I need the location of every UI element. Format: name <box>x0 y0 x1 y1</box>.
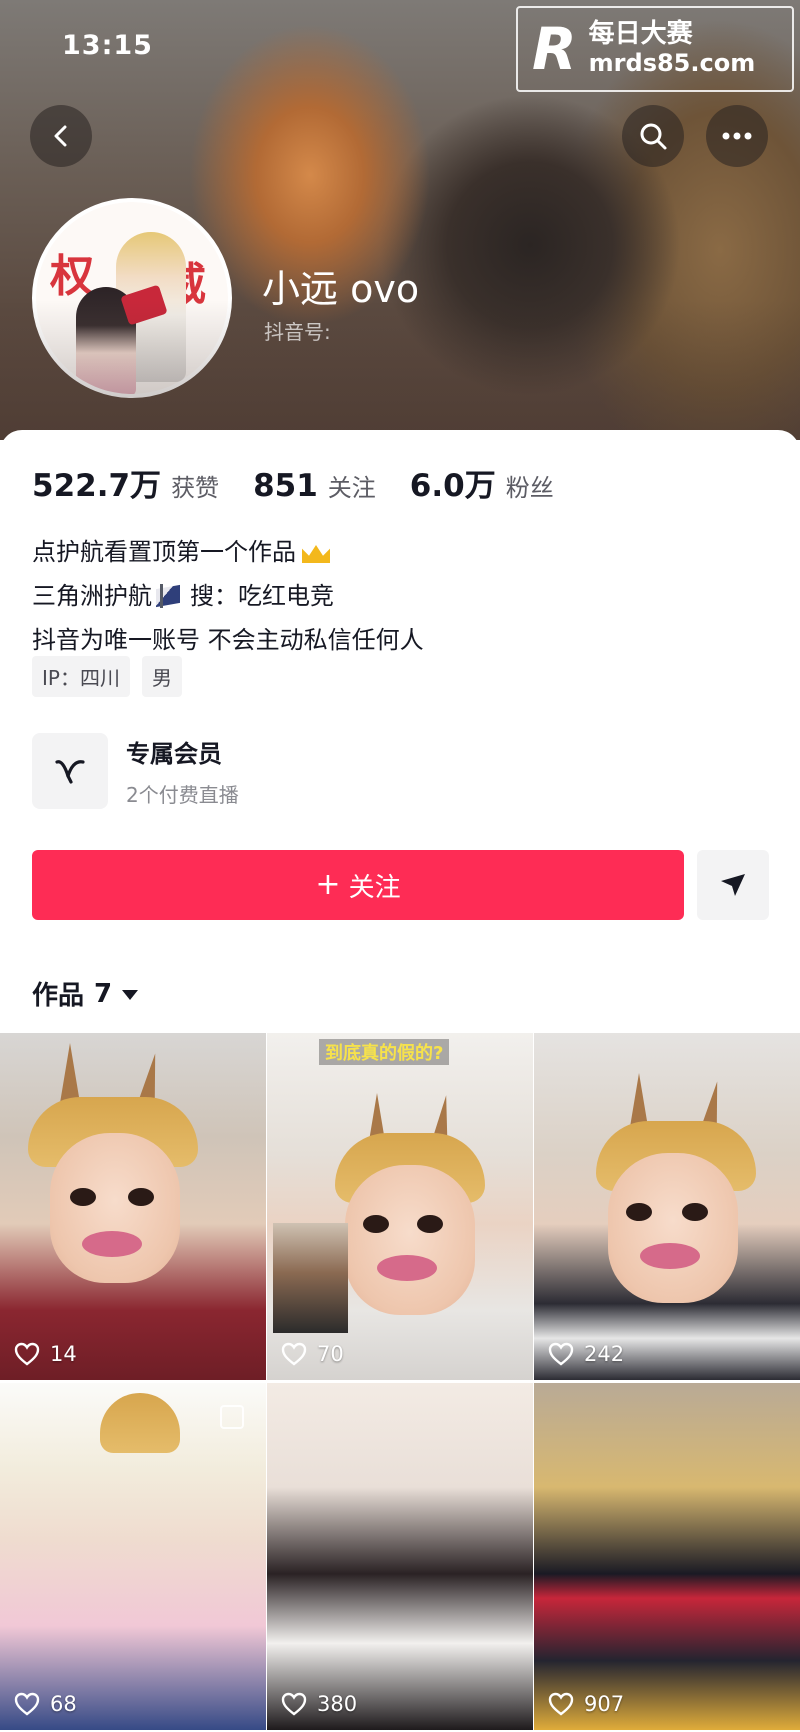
video-grid: 14 到底真的假的? 70 242 68 380 907 <box>0 1033 800 1732</box>
video-tile[interactable]: 68 <box>0 1383 266 1730</box>
stat-label: 获赞 <box>171 474 220 502</box>
like-count-value: 70 <box>317 1342 344 1366</box>
gender-tag: 男 <box>141 656 182 697</box>
avatar-figure <box>76 287 136 394</box>
membership-subtitle: 2个付费直播 <box>126 783 239 807</box>
share-button[interactable] <box>697 850 769 920</box>
stat-value: 6.0万 <box>409 468 496 504</box>
watermark-badge: R 每日大赛 mrds85.com <box>516 6 794 92</box>
bio-line-2a: 三角洲护航 <box>32 582 152 610</box>
works-count: 7 <box>94 978 113 1009</box>
like-count-value: 907 <box>584 1692 625 1716</box>
like-count-value: 68 <box>50 1692 77 1716</box>
stat-following[interactable]: 851 关注 <box>253 468 376 504</box>
douyin-id-label: 抖音号: <box>264 320 331 344</box>
caret-down-icon <box>122 989 139 1000</box>
video-tile[interactable]: 242 <box>534 1033 800 1380</box>
stat-label: 粉丝 <box>505 474 554 502</box>
plus-icon: + <box>315 867 341 902</box>
like-count: 68 <box>14 1692 77 1716</box>
avatar[interactable]: 权 威 <box>32 198 232 398</box>
watermark-logo: R <box>532 15 577 83</box>
stat-value: 851 <box>253 468 318 504</box>
bio-line-1: 点护航看置顶第一个作品 <box>32 538 296 566</box>
select-checkbox[interactable] <box>220 1405 244 1429</box>
heart-icon <box>548 1692 574 1716</box>
crown-icon <box>300 539 332 565</box>
picture-in-picture <box>273 1223 348 1333</box>
like-count: 907 <box>548 1692 624 1716</box>
like-count: 380 <box>281 1692 357 1716</box>
watermark-title: 每日大赛 <box>588 19 693 50</box>
membership-entry[interactable]: 专属会员 2个付费直播 <box>32 733 239 809</box>
video-tile[interactable]: 380 <box>267 1383 533 1730</box>
follow-button-label: 关注 <box>348 872 401 903</box>
like-count: 14 <box>14 1342 77 1366</box>
video-caption: 到底真的假的? <box>319 1039 450 1065</box>
search-button[interactable] <box>622 105 684 167</box>
like-count-value: 14 <box>50 1342 77 1366</box>
profile-nickname: 小远 ovo <box>262 267 420 311</box>
heart-icon <box>281 1692 307 1716</box>
works-tab[interactable]: 作品 7 <box>32 975 139 1012</box>
membership-title: 专属会员 <box>126 740 222 768</box>
video-tile[interactable]: 14 <box>0 1033 266 1380</box>
member-v-icon <box>32 733 108 809</box>
more-icon <box>722 132 752 140</box>
heart-icon <box>281 1342 307 1366</box>
more-button[interactable] <box>706 105 768 167</box>
profile-tags: IP：四川 男 <box>32 656 194 697</box>
stat-likes[interactable]: 522.7万 获赞 <box>32 460 219 505</box>
flag-icon <box>154 584 188 608</box>
profile-bio: 点护航看置顶第一个作品 三角洲护航 搜：吃红电竞 抖音为唯一账号 不会主动私信任… <box>32 530 424 662</box>
profile-stats: 522.7万 获赞 851 关注 6.0万 粉丝 <box>32 460 588 505</box>
heart-icon <box>14 1342 40 1366</box>
status-time: 13:15 <box>62 30 153 61</box>
video-tile[interactable]: 907 <box>534 1383 800 1730</box>
works-title: 作品 <box>32 981 85 1011</box>
follow-button[interactable]: + 关注 <box>32 850 684 920</box>
profile-cover: 13:15 R 每日大赛 mrds85.com 权 威 小远 ovo 抖 <box>0 0 800 440</box>
watermark-url: mrds85.com <box>588 49 756 78</box>
like-count-value: 380 <box>317 1692 358 1716</box>
avatar-figure <box>116 232 186 382</box>
chevron-left-icon <box>54 125 67 147</box>
share-arrow-icon <box>721 874 745 896</box>
stat-value: 522.7万 <box>32 468 162 504</box>
like-count-value: 242 <box>584 1342 625 1366</box>
heart-icon <box>14 1692 40 1716</box>
like-count: 70 <box>281 1342 344 1366</box>
heart-icon <box>548 1342 574 1366</box>
video-tile[interactable]: 到底真的假的? 70 <box>267 1033 533 1380</box>
stat-label: 关注 <box>327 474 376 502</box>
back-button[interactable] <box>30 105 92 167</box>
stat-followers[interactable]: 6.0万 粉丝 <box>410 460 554 505</box>
ip-location-tag: IP：四川 <box>32 656 130 697</box>
search-icon <box>640 123 667 150</box>
like-count: 242 <box>548 1342 624 1366</box>
bio-line-2b: 搜：吃红电竞 <box>190 582 334 610</box>
